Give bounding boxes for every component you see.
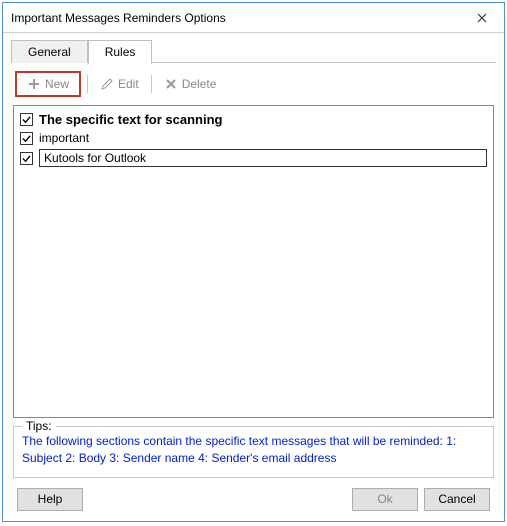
highlight-annotation: New [15, 71, 81, 97]
item-text: Kutools for Outlook [39, 149, 487, 167]
tab-rules[interactable]: Rules [88, 40, 153, 64]
tips-text: The following sections contain the speci… [22, 433, 485, 467]
list-header-row: The specific text for scanning [20, 110, 487, 129]
list-item[interactable]: important [20, 129, 487, 147]
dialog-body: General Rules New Edit Delete [3, 33, 504, 521]
new-button[interactable]: New [21, 75, 75, 93]
edit-button[interactable]: Edit [94, 75, 145, 93]
tab-general[interactable]: General [11, 40, 88, 63]
toolbar: New Edit Delete [11, 63, 496, 105]
check-icon [22, 154, 31, 163]
toolbar-separator [151, 75, 152, 93]
rules-list: The specific text for scanning important… [13, 105, 494, 418]
header-checkbox[interactable] [20, 113, 33, 126]
help-button[interactable]: Help [17, 488, 83, 511]
item-checkbox[interactable] [20, 152, 33, 165]
close-button[interactable] [459, 3, 504, 32]
cancel-button[interactable]: Cancel [424, 488, 490, 511]
pencil-icon [100, 77, 114, 91]
dialog-window: Important Messages Reminders Options Gen… [2, 2, 505, 522]
close-icon [477, 13, 487, 23]
delete-button-label: Delete [182, 77, 217, 91]
tab-strip: General Rules [11, 39, 496, 63]
plus-icon [27, 77, 41, 91]
check-icon [22, 134, 31, 143]
item-text: important [39, 131, 487, 145]
toolbar-separator [87, 75, 88, 93]
check-icon [22, 115, 31, 124]
new-button-label: New [45, 77, 69, 91]
delete-button[interactable]: Delete [158, 75, 223, 93]
button-bar: Help Ok Cancel [11, 488, 496, 513]
titlebar: Important Messages Reminders Options [3, 3, 504, 33]
edit-button-label: Edit [118, 77, 139, 91]
delete-icon [164, 77, 178, 91]
tips-box: Tips: The following sections contain the… [13, 426, 494, 478]
window-title: Important Messages Reminders Options [11, 11, 226, 25]
list-item[interactable]: Kutools for Outlook [20, 147, 487, 169]
item-checkbox[interactable] [20, 132, 33, 145]
list-header-text: The specific text for scanning [39, 112, 223, 127]
tips-label: Tips: [22, 419, 56, 433]
ok-button[interactable]: Ok [352, 488, 418, 511]
